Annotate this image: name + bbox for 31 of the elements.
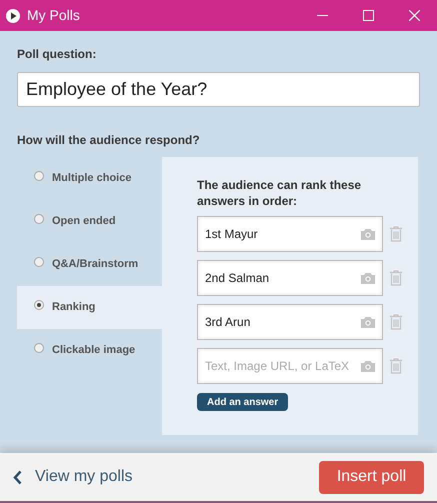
- response-type-option[interactable]: Q&A/Brainstorm: [17, 243, 162, 286]
- trash-icon[interactable]: [389, 314, 403, 330]
- radio-button[interactable]: [34, 342, 44, 352]
- radio-button[interactable]: [34, 300, 44, 310]
- radio-button[interactable]: [34, 256, 44, 266]
- section-label: How will the audience respond?: [17, 132, 201, 149]
- minimize-icon: [316, 15, 328, 16]
- response-type-option[interactable]: Open ended: [17, 200, 162, 243]
- close-icon: [408, 10, 420, 21]
- trash-icon[interactable]: [389, 270, 403, 286]
- answer-field[interactable]: Text, Image URL, or LaTeX: [197, 348, 383, 384]
- chevron-left-icon: [13, 470, 22, 484]
- add-answer-button[interactable]: Add an answer: [197, 393, 288, 411]
- window-title: My Polls: [27, 6, 80, 25]
- maximize-icon: [362, 10, 374, 21]
- radio-button[interactable]: [34, 214, 44, 224]
- answer-field[interactable]: 3rd Arun: [197, 304, 383, 340]
- field-label: Poll question:: [17, 46, 98, 63]
- app-logo-icon: [6, 8, 20, 22]
- trash-icon[interactable]: [389, 358, 403, 374]
- response-type-option[interactable]: Clickable image: [17, 329, 162, 372]
- poll-question-field[interactable]: Employee of the Year?: [17, 72, 420, 107]
- answer-field[interactable]: 2nd Salman: [197, 260, 383, 296]
- response-type-option[interactable]: Ranking: [17, 286, 162, 329]
- answer-field[interactable]: 1st Mayur: [197, 216, 383, 252]
- back-link[interactable]: View my polls: [13, 465, 133, 489]
- radio-button[interactable]: [34, 170, 44, 180]
- response-type-option[interactable]: Multiple choice: [17, 157, 162, 200]
- insert-poll-button[interactable]: Insert poll: [319, 460, 424, 494]
- trash-icon[interactable]: [389, 226, 403, 242]
- instructions-text: The audience can rank these answers in order:: [197, 177, 362, 209]
